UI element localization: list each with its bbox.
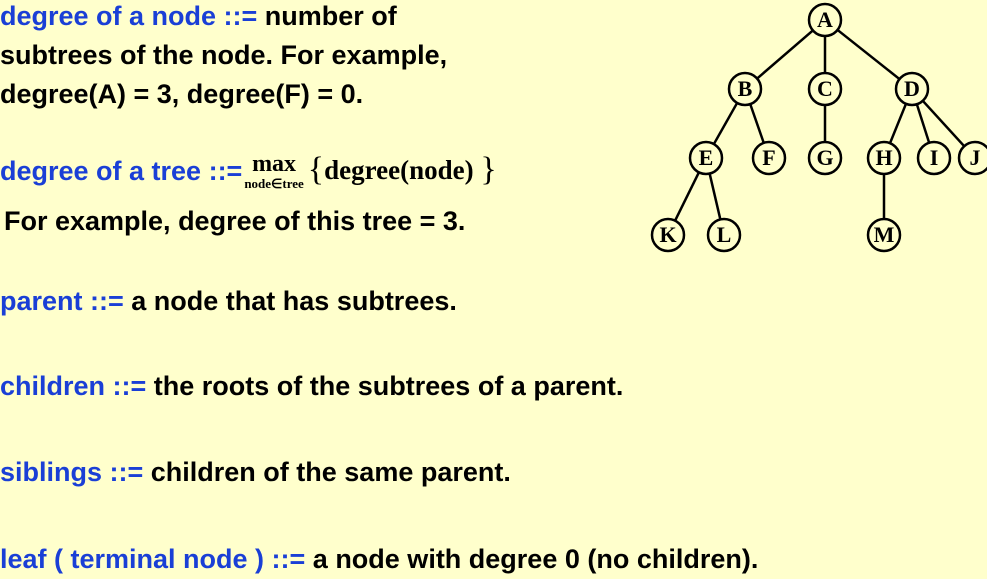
tree-node-label: A — [817, 7, 833, 32]
tree-edge-b-e — [712, 102, 739, 145]
tree-node-a: A — [807, 2, 843, 38]
tree-node-label: E — [699, 145, 714, 170]
tree-node-b: B — [727, 71, 763, 107]
tree-node-label: M — [874, 222, 895, 247]
tree-node-label: B — [738, 76, 753, 101]
tree-node-label: G — [816, 145, 833, 170]
tree-node-label: H — [875, 145, 892, 170]
tree-diagram: A B C D E F G H I J K L M — [650, 2, 987, 253]
tree-edge-e-k — [673, 171, 701, 222]
tree-node-c: C — [807, 71, 843, 107]
tree-edge-a-d — [836, 28, 901, 81]
tree-node-i: I — [916, 140, 952, 176]
tree-edge-a-b — [756, 29, 814, 80]
tree-node-label: F — [762, 145, 775, 170]
tree-node-h: H — [866, 140, 902, 176]
tree-node-e: E — [688, 140, 724, 176]
tree-node-label: J — [970, 145, 981, 170]
tree-node-k: K — [650, 217, 686, 253]
tree-node-label: I — [930, 145, 939, 170]
tree-node-g: G — [807, 140, 843, 176]
tree-edge-b-f — [749, 103, 765, 144]
tree-node-label: L — [717, 222, 732, 247]
tree-edge-e-l — [708, 173, 722, 220]
tree-node-f: F — [751, 140, 787, 176]
tree-node-label: K — [659, 222, 676, 247]
tree-edge-d-h — [888, 103, 908, 144]
tree-node-d: D — [894, 71, 930, 107]
tree-edge-d-i — [915, 103, 931, 144]
tree-node-l: L — [706, 217, 742, 253]
tree-node-label: C — [817, 76, 833, 101]
tree-node-label: D — [904, 76, 920, 101]
tree-node-j: J — [957, 140, 987, 176]
tree-node-m: M — [866, 217, 902, 253]
